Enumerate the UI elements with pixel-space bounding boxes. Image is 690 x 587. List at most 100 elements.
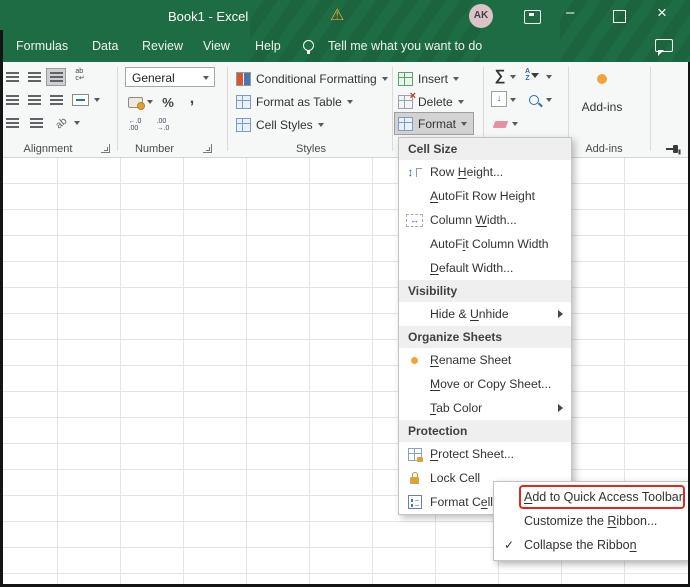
format-cells-ribbon-icon <box>398 117 413 131</box>
chevron-down-icon <box>203 76 209 80</box>
delete-button[interactable]: Delete <box>398 93 464 111</box>
context-item-add-to-quick-access-toolbar[interactable]: Add to Quick Access Toolbar <box>494 485 688 509</box>
tab-review[interactable]: Review <box>142 39 183 53</box>
add-ins-button[interactable]: Add-ins <box>576 66 628 134</box>
wrap-text-icon: abc↵ <box>75 68 84 82</box>
row-height-icon: ↕ <box>408 166 414 178</box>
merge-center-icon <box>72 94 89 106</box>
chevron-down-icon <box>382 77 388 81</box>
find-select-button[interactable] <box>524 91 544 109</box>
chevron-down-icon <box>453 77 459 81</box>
tab-view[interactable]: View <box>203 39 230 53</box>
add-in-dot-icon <box>597 74 607 84</box>
clear-button[interactable] <box>490 115 510 133</box>
ribbon-display-options-icon[interactable] <box>524 10 541 24</box>
user-avatar[interactable]: AK <box>469 4 493 28</box>
accounting-dropdown-icon[interactable] <box>147 100 153 104</box>
comma-style-button[interactable]: , <box>182 90 202 108</box>
menu-item-rename-sheet[interactable]: Rename Sheet <box>399 348 571 372</box>
accounting-format-button[interactable] <box>125 93 145 111</box>
insert-button[interactable]: Insert <box>398 70 459 88</box>
clear-dropdown-icon[interactable] <box>512 122 518 126</box>
number-dialog-launcher[interactable] <box>203 144 212 153</box>
context-menu: Add to Quick Access Toolbar Customize th… <box>493 481 689 561</box>
align-right-button[interactable] <box>46 91 66 109</box>
menu-section-organize-sheets: Organize Sheets <box>399 326 571 348</box>
sort-filter-dropdown-icon[interactable] <box>546 75 552 79</box>
tab-formulas[interactable]: Formulas <box>16 39 68 53</box>
top-align-button[interactable] <box>2 68 22 86</box>
decrease-decimal-button[interactable]: .00→.0 <box>153 116 173 134</box>
maximize-button[interactable] <box>613 10 626 23</box>
menu-item-move-or-copy-sheet[interactable]: Move or Copy Sheet... <box>399 372 571 396</box>
merge-center-dropdown-icon[interactable] <box>94 98 100 102</box>
fill-down-icon: ↓ <box>491 91 507 107</box>
menu-section-protection: Protection <box>399 420 571 442</box>
merge-center-button[interactable] <box>70 91 90 109</box>
menu-section-visibility: Visibility <box>399 280 571 302</box>
menu-item-hide-unhide[interactable]: Hide & Unhide <box>399 302 571 326</box>
number-format-select[interactable]: General <box>125 67 215 87</box>
pin-ribbon-icon[interactable] <box>666 144 682 154</box>
orientation-icon: ab <box>54 115 70 131</box>
format-button[interactable]: Format <box>398 115 467 133</box>
tell-me-box[interactable]: Tell me what you want to do <box>328 39 482 53</box>
delete-cells-icon <box>398 95 413 109</box>
autosum-button[interactable]: ∑ <box>490 67 510 85</box>
lock-cell-icon <box>410 477 419 484</box>
group-separator <box>392 67 393 151</box>
sort-filter-button[interactable]: AZ <box>522 66 542 84</box>
context-item-collapse-the-ribbon[interactable]: ✓ Collapse the Ribbon <box>494 533 688 557</box>
autosum-dropdown-icon[interactable] <box>510 75 516 79</box>
fill-button[interactable]: ↓ <box>489 90 509 108</box>
chevron-down-icon <box>347 100 353 104</box>
magnifier-icon <box>529 95 539 105</box>
menu-item-tab-color[interactable]: Tab Color <box>399 396 571 420</box>
tab-help[interactable]: Help <box>255 39 281 53</box>
filter-funnel-icon <box>531 73 539 78</box>
orientation-button[interactable]: ab <box>52 114 72 132</box>
decrease-indent-button[interactable] <box>2 114 22 132</box>
chevron-down-icon <box>318 123 324 127</box>
cell-styles-button[interactable]: Cell Styles <box>236 116 324 134</box>
fill-dropdown-icon[interactable] <box>510 98 516 102</box>
checkmark-icon: ✓ <box>494 538 524 552</box>
decrease-indent-icon <box>6 118 19 128</box>
close-button[interactable]: × <box>657 3 667 23</box>
menu-item-autofit-row-height[interactable]: AutoFit Row Height <box>399 184 571 208</box>
alignment-dialog-launcher[interactable] <box>101 144 110 153</box>
currency-icon <box>128 97 143 108</box>
conditional-formatting-button[interactable]: Conditional Formatting <box>236 70 388 88</box>
group-separator <box>227 67 228 151</box>
conditional-formatting-icon <box>236 72 251 86</box>
ribbon: abc↵ ab Alignment General % , ←.0.00 .00… <box>0 62 690 158</box>
top-align-icon <box>6 72 19 82</box>
percent-style-button[interactable]: % <box>158 93 178 111</box>
menu-item-row-height[interactable]: ↕ Row Height... <box>399 160 571 184</box>
format-as-table-button[interactable]: Format as Table <box>236 93 353 111</box>
styles-group-label: Styles <box>232 143 390 155</box>
align-left-icon <box>6 95 19 105</box>
middle-align-button[interactable] <box>24 68 44 86</box>
chat-icon[interactable] <box>655 39 673 52</box>
menu-item-default-width[interactable]: Default Width... <box>399 256 571 280</box>
align-left-button[interactable] <box>2 91 22 109</box>
warning-icon[interactable]: ⚠ <box>330 6 344 26</box>
orientation-dropdown-icon[interactable] <box>74 121 80 125</box>
chevron-down-icon <box>458 100 464 104</box>
menu-section-cell-size: Cell Size <box>399 138 571 160</box>
menu-item-column-width[interactable]: ↔ Column Width... <box>399 208 571 232</box>
increase-indent-button[interactable] <box>26 114 46 132</box>
find-dropdown-icon[interactable] <box>546 98 552 102</box>
increase-decimal-button[interactable]: ←.0.00 <box>125 116 145 134</box>
bottom-align-button[interactable] <box>46 68 66 86</box>
add-ins-group-label: Add-ins <box>578 143 630 155</box>
wrap-text-button[interactable]: abc↵ <box>70 66 90 84</box>
menu-item-protect-sheet[interactable]: Protect Sheet... <box>399 442 571 466</box>
context-item-customize-the-ribbon[interactable]: Customize the Ribbon... <box>494 509 688 533</box>
menu-item-autofit-column-width[interactable]: AutoFit Column Width <box>399 232 571 256</box>
center-button[interactable] <box>24 91 44 109</box>
tab-data[interactable]: Data <box>92 39 118 53</box>
minimize-button[interactable]: – <box>566 4 574 21</box>
row-height-icon <box>416 168 422 177</box>
